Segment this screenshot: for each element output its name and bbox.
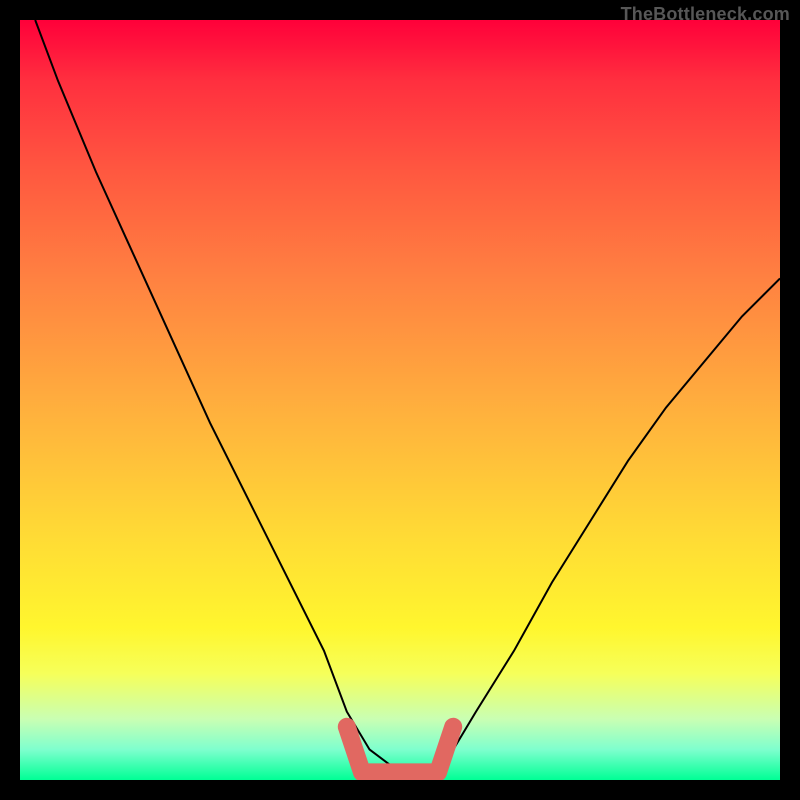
plot-area (20, 20, 780, 780)
chart-stage: TheBottleneck.com (0, 0, 800, 800)
curve-layer (20, 20, 780, 780)
bottleneck-curve (35, 20, 780, 772)
watermark-text: TheBottleneck.com (621, 4, 790, 25)
optimal-range-marker (347, 727, 453, 773)
